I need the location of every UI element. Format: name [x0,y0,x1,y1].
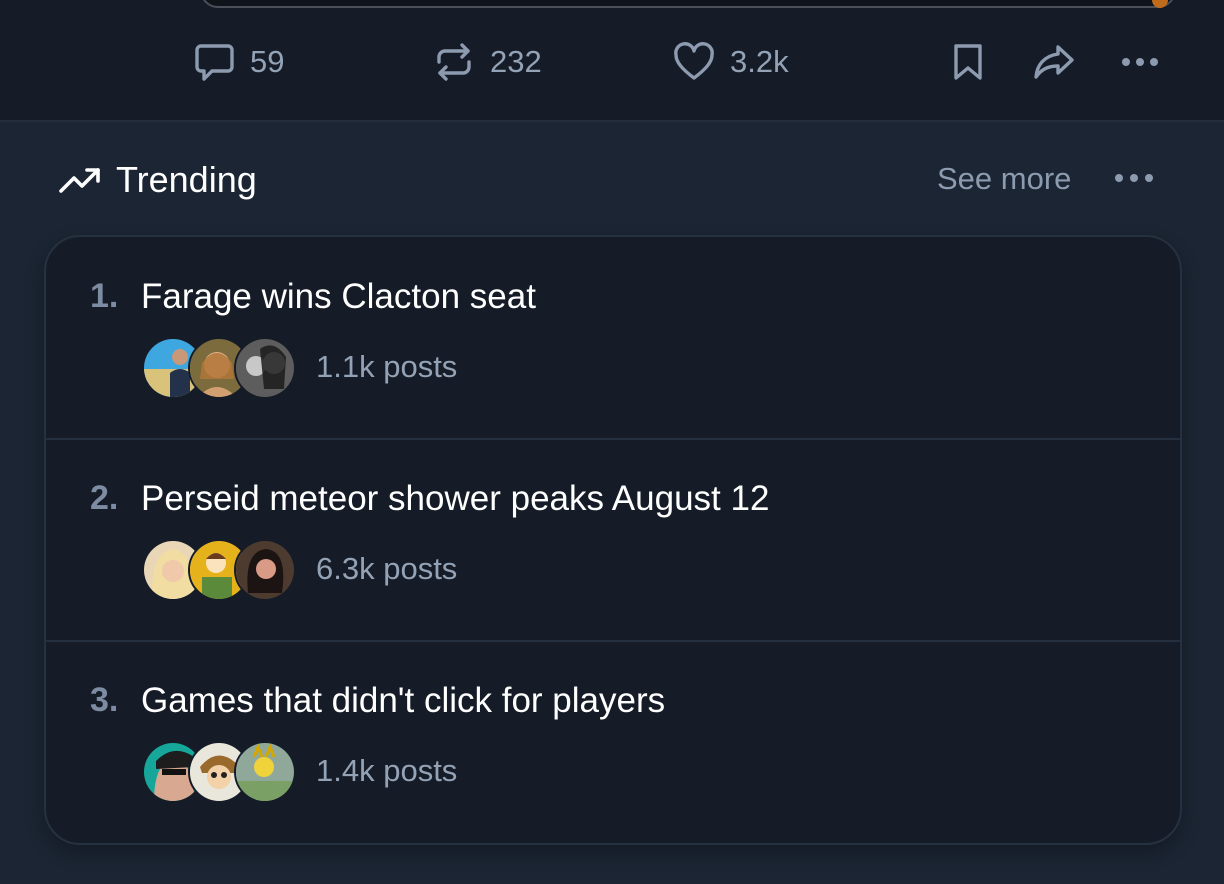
share-icon [1034,45,1074,79]
poster-avatars [142,539,296,601]
repost-count: 232 [490,44,542,79]
reply-icon [195,44,234,81]
like-count: 3.2k [730,44,789,79]
poster-avatars [142,337,296,399]
trending-topic-3[interactable]: 3. Games that didn't click for players 1… [46,640,1180,843]
topic-title: Perseid meteor shower peaks August 12 [141,479,770,518]
heart-icon [674,42,714,80]
post-more-button[interactable] [1118,40,1162,84]
see-more-link[interactable]: See more [937,158,1071,200]
repost-button[interactable]: 232 [432,40,542,84]
topic-title: Games that didn't click for players [141,681,666,720]
topic-rank: 2. [90,479,119,517]
trending-up-icon [59,168,100,193]
post-action-bar: 59 232 3.2k [0,0,1224,122]
trending-more-icon[interactable] [1110,160,1158,200]
share-button[interactable] [1032,40,1076,84]
avatar [234,337,296,399]
more-icon [1122,58,1158,66]
topic-rank: 3. [90,681,119,719]
post-media-edge [200,0,1176,8]
trending-title: Trending [116,159,257,200]
trending-header: Trending [58,156,257,204]
topic-post-count: 6.3k posts [316,551,458,586]
trending-topic-2[interactable]: 2. Perseid meteor shower peaks August 12… [46,438,1180,641]
topic-title: Farage wins Clacton seat [141,277,536,316]
avatar [234,741,296,803]
repost-icon [437,43,471,81]
reply-button[interactable]: 59 [192,40,284,84]
poster-avatars [142,741,296,803]
like-button[interactable]: 3.2k [672,40,789,84]
topic-rank: 1. [90,277,119,315]
avatar [234,539,296,601]
trending-card: 1. Farage wins Clacton seat 1.1k posts 2… [44,235,1182,845]
topic-post-count: 1.1k posts [316,349,458,384]
reply-count: 59 [250,44,285,79]
topic-post-count: 1.4k posts [316,753,458,788]
trending-topic-1[interactable]: 1. Farage wins Clacton seat 1.1k posts [46,237,1180,439]
bookmark-button[interactable] [946,40,990,84]
bookmark-icon [954,44,982,80]
